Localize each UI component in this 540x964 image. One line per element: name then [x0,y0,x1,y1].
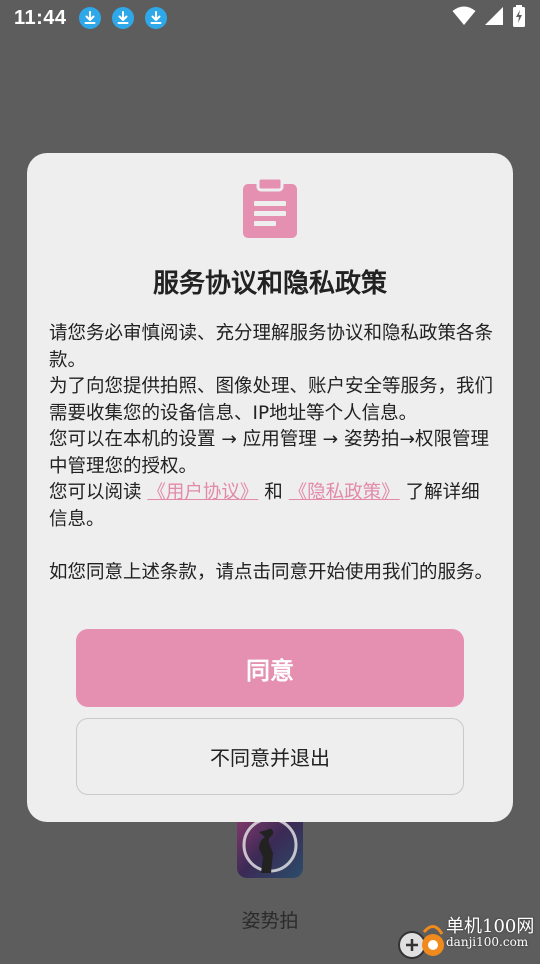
privacy-policy-link[interactable]: 《隐私政策》 [289,482,400,503]
agree-instruction-paragraph: 如您同意上述条款，请点击同意开始使用我们的服务。 [49,561,494,583]
data-collection-paragraph: 为了向您提供拍照、图像处理、账户安全等服务，我们需要收集您的设备信息、IP地址等… [49,376,494,424]
download-icon [144,7,167,29]
battery-charging-icon [512,5,526,31]
policy-links-conjunction: 和 [258,482,289,503]
policy-links-paragraph: 您可以阅读 《用户协议》 和 《隐私政策》 了解详细信息。 [49,480,493,533]
permission-paragraph: 您可以在本机的设置 → 应用管理 → 姿势拍→权限管理中管理您的授权。 [49,429,490,477]
policy-links-prefix: 您可以阅读 [49,482,148,503]
status-time: 11:44 [14,6,67,29]
watermark: 单机100网 danji100.com [390,910,540,960]
status-right-icons [452,5,526,31]
watermark-url: danji100.com [446,935,529,949]
dialog-title: 服务协议和隐私政策 [152,269,387,299]
cellular-signal-icon [484,6,504,30]
dialog-body: 请您务必审慎阅读、充分理解服务协议和隐私政策各条款。 为了向您提供拍照、图像处理… [49,321,493,586]
decline-exit-button[interactable]: 不同意并退出 [76,718,464,795]
watermark-logo-icon [398,925,444,959]
wifi-icon [452,6,476,30]
download-icon [78,7,101,29]
status-bar: 11:44 [0,0,540,36]
download-icon [111,7,134,29]
clipboard-document-icon [242,176,298,239]
agree-button[interactable]: 同意 [76,629,464,707]
user-agreement-link[interactable]: 《用户协议》 [147,482,258,503]
privacy-dialog: 服务协议和隐私政策 请您务必审慎阅读、充分理解服务协议和隐私政策各条款。 为了向… [27,153,513,822]
consent-paragraph: 请您务必审慎阅读、充分理解服务协议和隐私政策各条款。 [49,323,494,371]
